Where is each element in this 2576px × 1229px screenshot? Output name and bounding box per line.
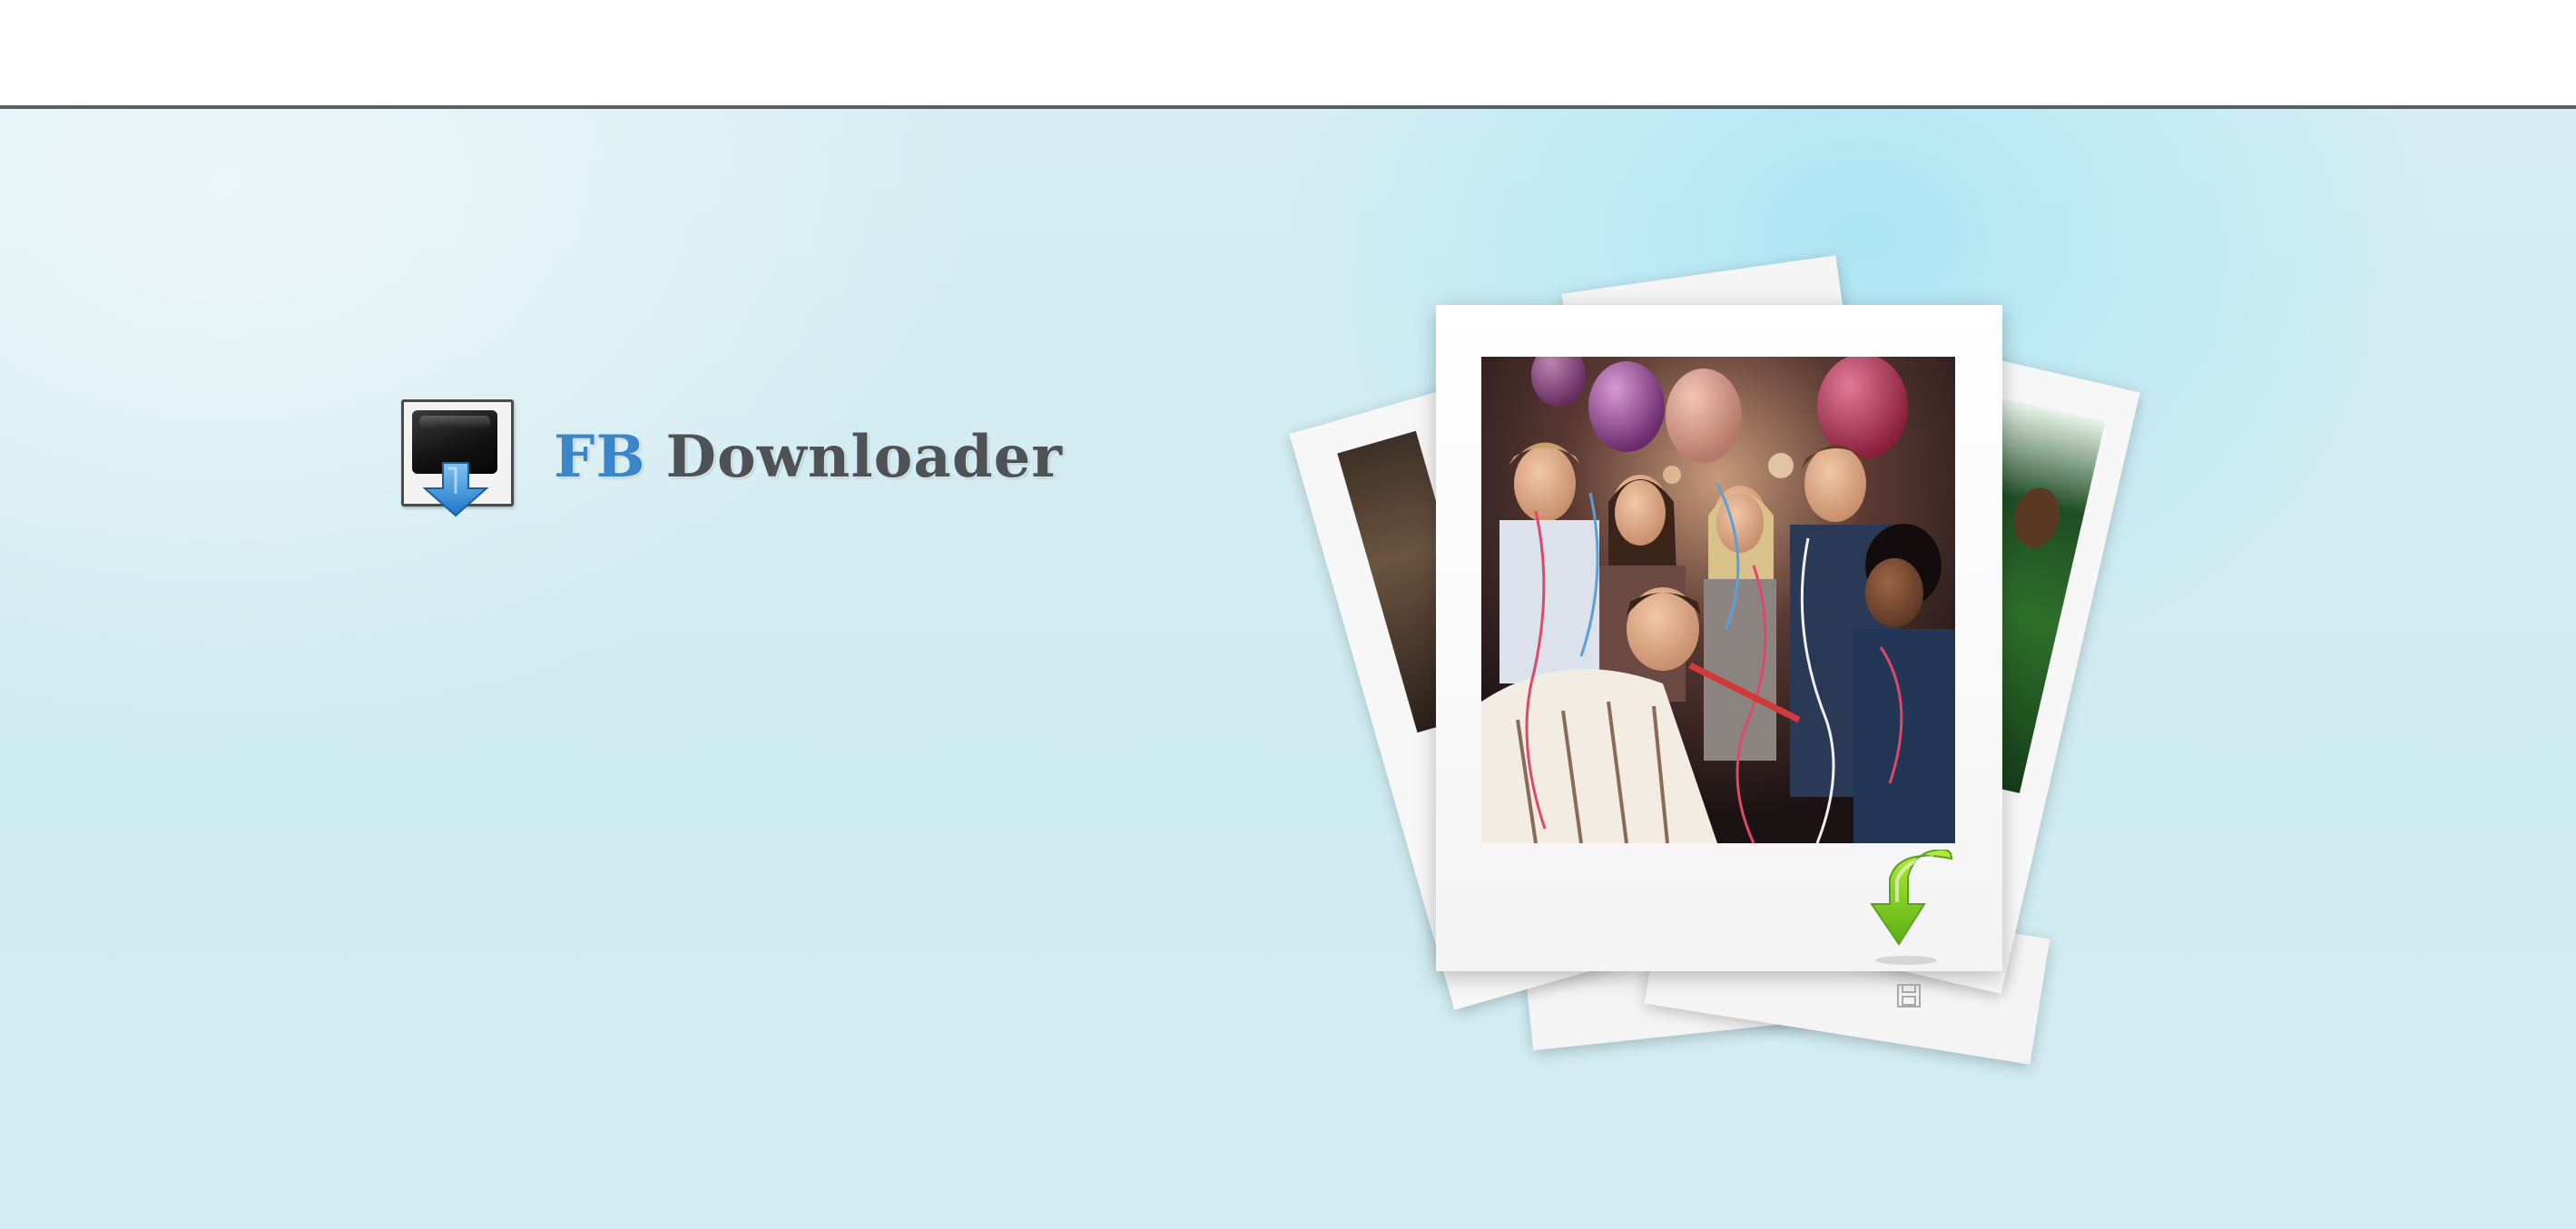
brand-wordmark: FB Downloader	[554, 428, 1063, 487]
top-bar	[0, 0, 2576, 105]
party-photo	[1481, 357, 1955, 843]
brand-prefix: FB	[554, 423, 646, 491]
green-download-arrow-icon[interactable]	[1861, 848, 1961, 968]
brand-logo[interactable]: FB Downloader	[396, 394, 1063, 521]
photo-stack-illustration	[1289, 236, 2197, 1107]
brand-name: Downloader	[665, 423, 1063, 491]
photo-card-main	[1436, 305, 2002, 1008]
page: FB Downloader	[0, 0, 2576, 1229]
floppy-disk-icon[interactable]	[1895, 982, 1922, 1009]
monitor-download-icon	[396, 394, 516, 521]
